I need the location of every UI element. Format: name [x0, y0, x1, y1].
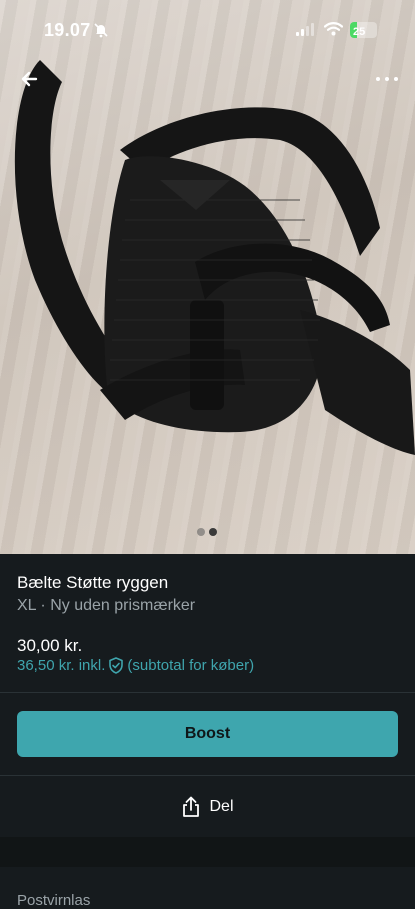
shield-check-icon: [109, 657, 124, 674]
cellular-signal-icon: [296, 23, 314, 36]
buyer-total-row[interactable]: 36,50 kr. inkl. (subtotal for køber): [17, 657, 254, 674]
share-icon: [183, 796, 200, 817]
status-time: 19.07: [44, 20, 91, 40]
divider: [0, 692, 415, 693]
wifi-icon: [324, 22, 343, 36]
total-price: 36,50 kr. inkl.: [17, 657, 106, 674]
next-section-label: Postvirnlas: [17, 892, 91, 909]
listing-subtitle: XL · Ny uden prismærker: [17, 597, 196, 614]
section-separator: [0, 837, 415, 867]
share-button[interactable]: Del: [150, 792, 265, 822]
bell-mute-icon: [94, 23, 108, 38]
gallery-dot-active[interactable]: [209, 528, 217, 536]
listing-price: 30,00 kr.: [17, 636, 83, 655]
total-suffix: (subtotal for køber): [127, 657, 255, 674]
gallery-dot[interactable]: [197, 528, 205, 536]
battery-level: 25: [353, 26, 366, 38]
product-photo[interactable]: 19.07 25: [0, 0, 415, 554]
posture-belt-image: [14, 60, 415, 455]
arrow-left-icon[interactable]: [16, 64, 46, 94]
more-horizontal-icon[interactable]: [372, 64, 402, 94]
battery-indicator: 25: [350, 22, 377, 38]
listing-title: Bælte Støtte ryggen: [17, 573, 169, 592]
status-bar: 19.07 25: [0, 0, 415, 56]
boost-button[interactable]: Boost: [17, 711, 398, 757]
divider: [0, 775, 415, 776]
share-label: Del: [209, 798, 234, 815]
